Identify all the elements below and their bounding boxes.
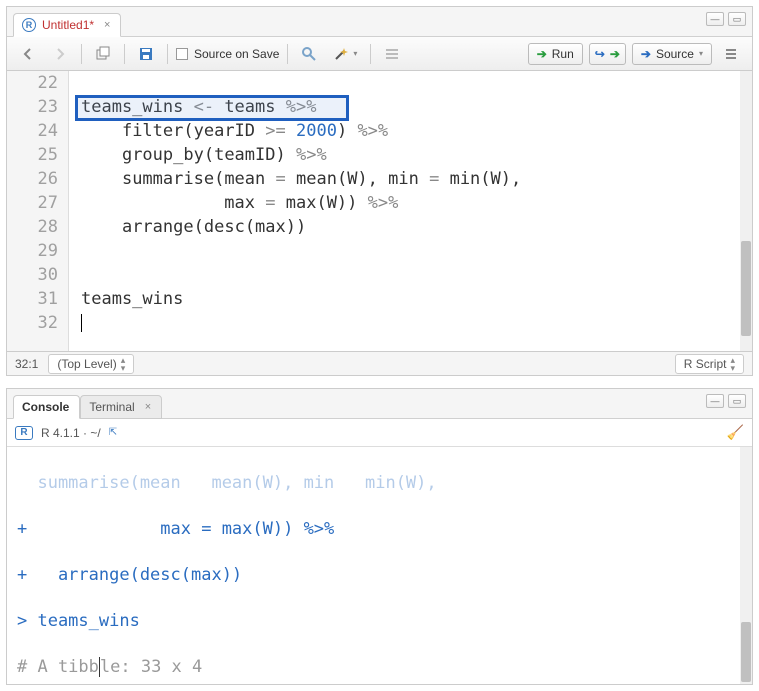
run-label: Run: [552, 47, 574, 61]
line-gutter: 2223242526272829303132: [7, 71, 69, 351]
outline-toggle-button[interactable]: [718, 44, 744, 64]
code-editor[interactable]: 2223242526272829303132 teams_wins <- tea…: [7, 71, 752, 351]
console-output[interactable]: summarise(mean mean(W), min min(W), + ma…: [7, 447, 752, 684]
editor-status-bar: 32:1 (Top Level) ▴▾ R Script ▴▾: [7, 351, 752, 375]
clear-console-button[interactable]: 🧹: [727, 424, 744, 441]
console-window-controls: — ▭: [706, 394, 746, 408]
maximize-pane-button[interactable]: ▭: [728, 12, 746, 26]
scope-selector[interactable]: (Top Level) ▴▾: [48, 354, 134, 374]
minimize-pane-button[interactable]: —: [706, 12, 724, 26]
language-selector[interactable]: R Script ▴▾: [675, 354, 744, 374]
wd-popout-icon[interactable]: ⇱: [109, 427, 117, 438]
console-line: > teams_wins: [17, 610, 742, 633]
editor-scrollbar[interactable]: [740, 71, 752, 351]
code-line: filter(yearID >= 2000) %>%: [81, 119, 752, 143]
console-pane: Console Terminal × — ▭ R R 4.1.1 · ~/ ⇱ …: [6, 388, 753, 685]
save-button[interactable]: [133, 44, 159, 64]
console-line: + max = max(W)) %>%: [17, 518, 742, 541]
outline-button[interactable]: [379, 44, 405, 64]
source-on-save-label: Source on Save: [194, 47, 279, 61]
cursor-position: 32:1: [15, 357, 38, 371]
wand-button[interactable]: ▾: [328, 44, 362, 64]
editor-pane: R Untitled1* × — ▭ Source on Save: [6, 6, 753, 376]
run-icon: ➔: [537, 47, 547, 61]
code-line: arrange(desc(max)): [81, 215, 752, 239]
console-line: + arrange(desc(max)): [17, 564, 742, 587]
code-line: [81, 311, 752, 335]
arrow-right-icon: [52, 46, 68, 62]
source-on-save-checkbox[interactable]: [176, 48, 188, 60]
code-line: teams_wins: [81, 287, 752, 311]
tab-terminal[interactable]: Terminal ×: [80, 395, 162, 419]
console-info-bar: R R 4.1.1 · ~/ ⇱ 🧹: [7, 419, 752, 447]
back-button[interactable]: [15, 44, 41, 64]
find-button[interactable]: [296, 44, 322, 64]
code-line: max = max(W)) %>%: [81, 191, 752, 215]
arrow-left-icon: [20, 46, 36, 62]
console-scrollbar[interactable]: [740, 447, 752, 684]
editor-tab-title: Untitled1*: [42, 18, 94, 32]
tab-console[interactable]: Console: [13, 395, 80, 419]
popout-icon: [95, 46, 111, 62]
language-label: R Script: [684, 357, 727, 371]
editor-window-controls: — ▭: [706, 12, 746, 26]
outline-icon: [384, 46, 400, 62]
code-line: teams_wins <- teams %>%: [81, 95, 752, 119]
code-line: summarise(mean = mean(W), min = min(W),: [81, 167, 752, 191]
wand-icon: [333, 46, 349, 62]
tab-terminal-label: Terminal: [89, 400, 134, 414]
editor-tab-untitled[interactable]: R Untitled1* ×: [13, 13, 121, 37]
editor-toolbar: Source on Save ▾ ➔ Run ↪ ➔ ➔ Source ▾: [7, 37, 752, 71]
rerun-left-icon: ↪: [595, 47, 605, 61]
scope-label: (Top Level): [57, 357, 116, 371]
code-line: [81, 263, 752, 287]
updown-icon: ▴▾: [121, 356, 126, 372]
show-in-new-window-button[interactable]: [90, 44, 116, 64]
source-button[interactable]: ➔ Source ▾: [632, 43, 712, 65]
close-icon[interactable]: ×: [104, 19, 110, 31]
list-icon: [723, 46, 739, 62]
updown-icon: ▴▾: [730, 356, 735, 372]
search-icon: [301, 46, 317, 62]
minimize-pane-button[interactable]: —: [706, 394, 724, 408]
maximize-pane-button[interactable]: ▭: [728, 394, 746, 408]
console-line: summarise(mean mean(W), min min(W),: [17, 472, 742, 495]
code-line: group_by(teamID) %>%: [81, 143, 752, 167]
console-line: # A tibble: 33 x 4: [17, 656, 742, 679]
r-file-icon: R: [22, 18, 36, 32]
run-button[interactable]: ➔ Run: [528, 43, 583, 65]
editor-tab-row: R Untitled1* × — ▭: [7, 7, 752, 37]
r-logo-icon: R: [15, 426, 33, 440]
r-version-label: R 4.1.1 · ~/: [41, 426, 101, 440]
close-icon[interactable]: ×: [145, 401, 151, 413]
save-icon: [138, 46, 154, 62]
source-label: Source: [656, 47, 694, 61]
code-line: [81, 71, 752, 95]
tab-console-label: Console: [22, 400, 69, 414]
source-icon: ➔: [641, 47, 651, 61]
code-line: [81, 239, 752, 263]
rerun-button[interactable]: ↪ ➔: [589, 43, 626, 65]
code-area[interactable]: teams_wins <- teams %>% filter(yearID >=…: [69, 71, 752, 351]
rerun-right-icon: ➔: [610, 47, 620, 61]
console-tab-row: Console Terminal × — ▭: [7, 389, 752, 419]
forward-button[interactable]: [47, 44, 73, 64]
